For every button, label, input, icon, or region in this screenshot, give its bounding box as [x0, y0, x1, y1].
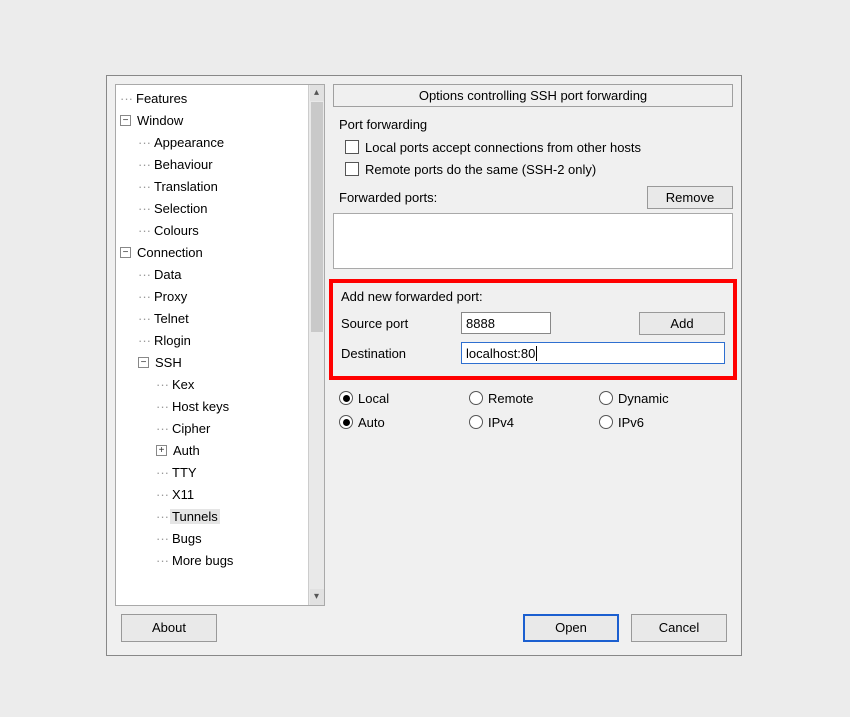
checkbox-label: Local ports accept connections from othe…	[365, 140, 641, 155]
radio-auto[interactable]: Auto	[339, 415, 469, 430]
tree-item-connection[interactable]: − Connection	[120, 241, 308, 263]
radio-icon[interactable]	[339, 415, 353, 429]
tree-item-behaviour[interactable]: ···Behaviour	[138, 153, 308, 175]
tree-item-proxy[interactable]: ···Proxy	[138, 285, 308, 307]
about-button[interactable]: About	[121, 614, 217, 642]
tree-item-data[interactable]: ···Data	[138, 263, 308, 285]
tree-item-x11[interactable]: ···X11	[156, 483, 308, 505]
group-port-forwarding-label: Port forwarding	[339, 117, 733, 132]
source-port-label: Source port	[341, 316, 451, 331]
radio-icon[interactable]	[339, 391, 353, 405]
tree-item-features[interactable]: ··· Features	[120, 87, 308, 109]
tree-item-appearance[interactable]: ···Appearance	[138, 131, 308, 153]
tree-item-cipher[interactable]: ···Cipher	[156, 417, 308, 439]
checkbox-label: Remote ports do the same (SSH-2 only)	[365, 162, 596, 177]
radio-ipv4[interactable]: IPv4	[469, 415, 599, 430]
tree-item-morebugs[interactable]: ···More bugs	[156, 549, 308, 571]
destination-label: Destination	[341, 346, 451, 361]
tree-item-bugs[interactable]: ···Bugs	[156, 527, 308, 549]
checkbox-icon[interactable]	[345, 162, 359, 176]
scroll-up-icon[interactable]: ▴	[310, 85, 324, 101]
checkbox-remote-ports[interactable]: Remote ports do the same (SSH-2 only)	[345, 158, 733, 180]
expand-icon[interactable]: +	[156, 445, 167, 456]
tree-item-rlogin[interactable]: ···Rlogin	[138, 329, 308, 351]
radio-ipv6[interactable]: IPv6	[599, 415, 729, 430]
putty-config-dialog: ··· Features − Window ···Appearance ···B…	[106, 75, 742, 656]
collapse-icon[interactable]: −	[120, 247, 131, 258]
tree-item-translation[interactable]: ···Translation	[138, 175, 308, 197]
destination-input[interactable]: localhost:80	[461, 342, 725, 364]
tree-item-selection[interactable]: ···Selection	[138, 197, 308, 219]
scroll-thumb[interactable]	[311, 102, 323, 332]
checkbox-icon[interactable]	[345, 140, 359, 154]
remove-button[interactable]: Remove	[647, 186, 733, 209]
tree-item-window[interactable]: − Window	[120, 109, 308, 131]
tree-item-hostkeys[interactable]: ···Host keys	[156, 395, 308, 417]
checkbox-local-ports[interactable]: Local ports accept connections from othe…	[345, 136, 733, 158]
forwarded-ports-list[interactable]	[333, 213, 733, 269]
tree-item-tunnels[interactable]: ···Tunnels	[156, 505, 308, 527]
add-port-highlight: Add new forwarded port: Source port Add …	[329, 279, 737, 380]
text-caret	[536, 346, 537, 361]
tree-item-ssh[interactable]: − SSH	[138, 351, 308, 373]
add-new-port-label: Add new forwarded port:	[341, 289, 725, 304]
radio-icon[interactable]	[469, 391, 483, 405]
tree-item-telnet[interactable]: ···Telnet	[138, 307, 308, 329]
radio-remote[interactable]: Remote	[469, 391, 599, 406]
radio-dynamic[interactable]: Dynamic	[599, 391, 729, 406]
category-tree-container: ··· Features − Window ···Appearance ···B…	[115, 84, 325, 606]
add-button[interactable]: Add	[639, 312, 725, 335]
radio-icon[interactable]	[469, 415, 483, 429]
tree-item-auth[interactable]: +Auth	[156, 439, 308, 461]
source-port-input[interactable]	[461, 312, 551, 334]
collapse-icon[interactable]: −	[138, 357, 149, 368]
category-tree[interactable]: ··· Features − Window ···Appearance ···B…	[116, 85, 308, 605]
tree-item-kex[interactable]: ···Kex	[156, 373, 308, 395]
forwarded-ports-label: Forwarded ports:	[339, 190, 647, 205]
pane-title: Options controlling SSH port forwarding	[333, 84, 733, 107]
scroll-down-icon[interactable]: ▾	[310, 589, 324, 605]
radio-local[interactable]: Local	[339, 391, 469, 406]
main-area: ··· Features − Window ···Appearance ···B…	[107, 76, 741, 606]
cancel-button[interactable]: Cancel	[631, 614, 727, 642]
collapse-icon[interactable]: −	[120, 115, 131, 126]
dialog-button-bar: About Open Cancel	[107, 606, 741, 650]
tree-branch-glyph: ···	[120, 91, 134, 106]
options-pane: Options controlling SSH port forwarding …	[333, 84, 733, 606]
open-button[interactable]: Open	[523, 614, 619, 642]
tree-item-colours[interactable]: ···Colours	[138, 219, 308, 241]
tree-scrollbar[interactable]: ▴ ▾	[308, 85, 324, 605]
tree-item-tty[interactable]: ···TTY	[156, 461, 308, 483]
radio-icon[interactable]	[599, 415, 613, 429]
radio-icon[interactable]	[599, 391, 613, 405]
